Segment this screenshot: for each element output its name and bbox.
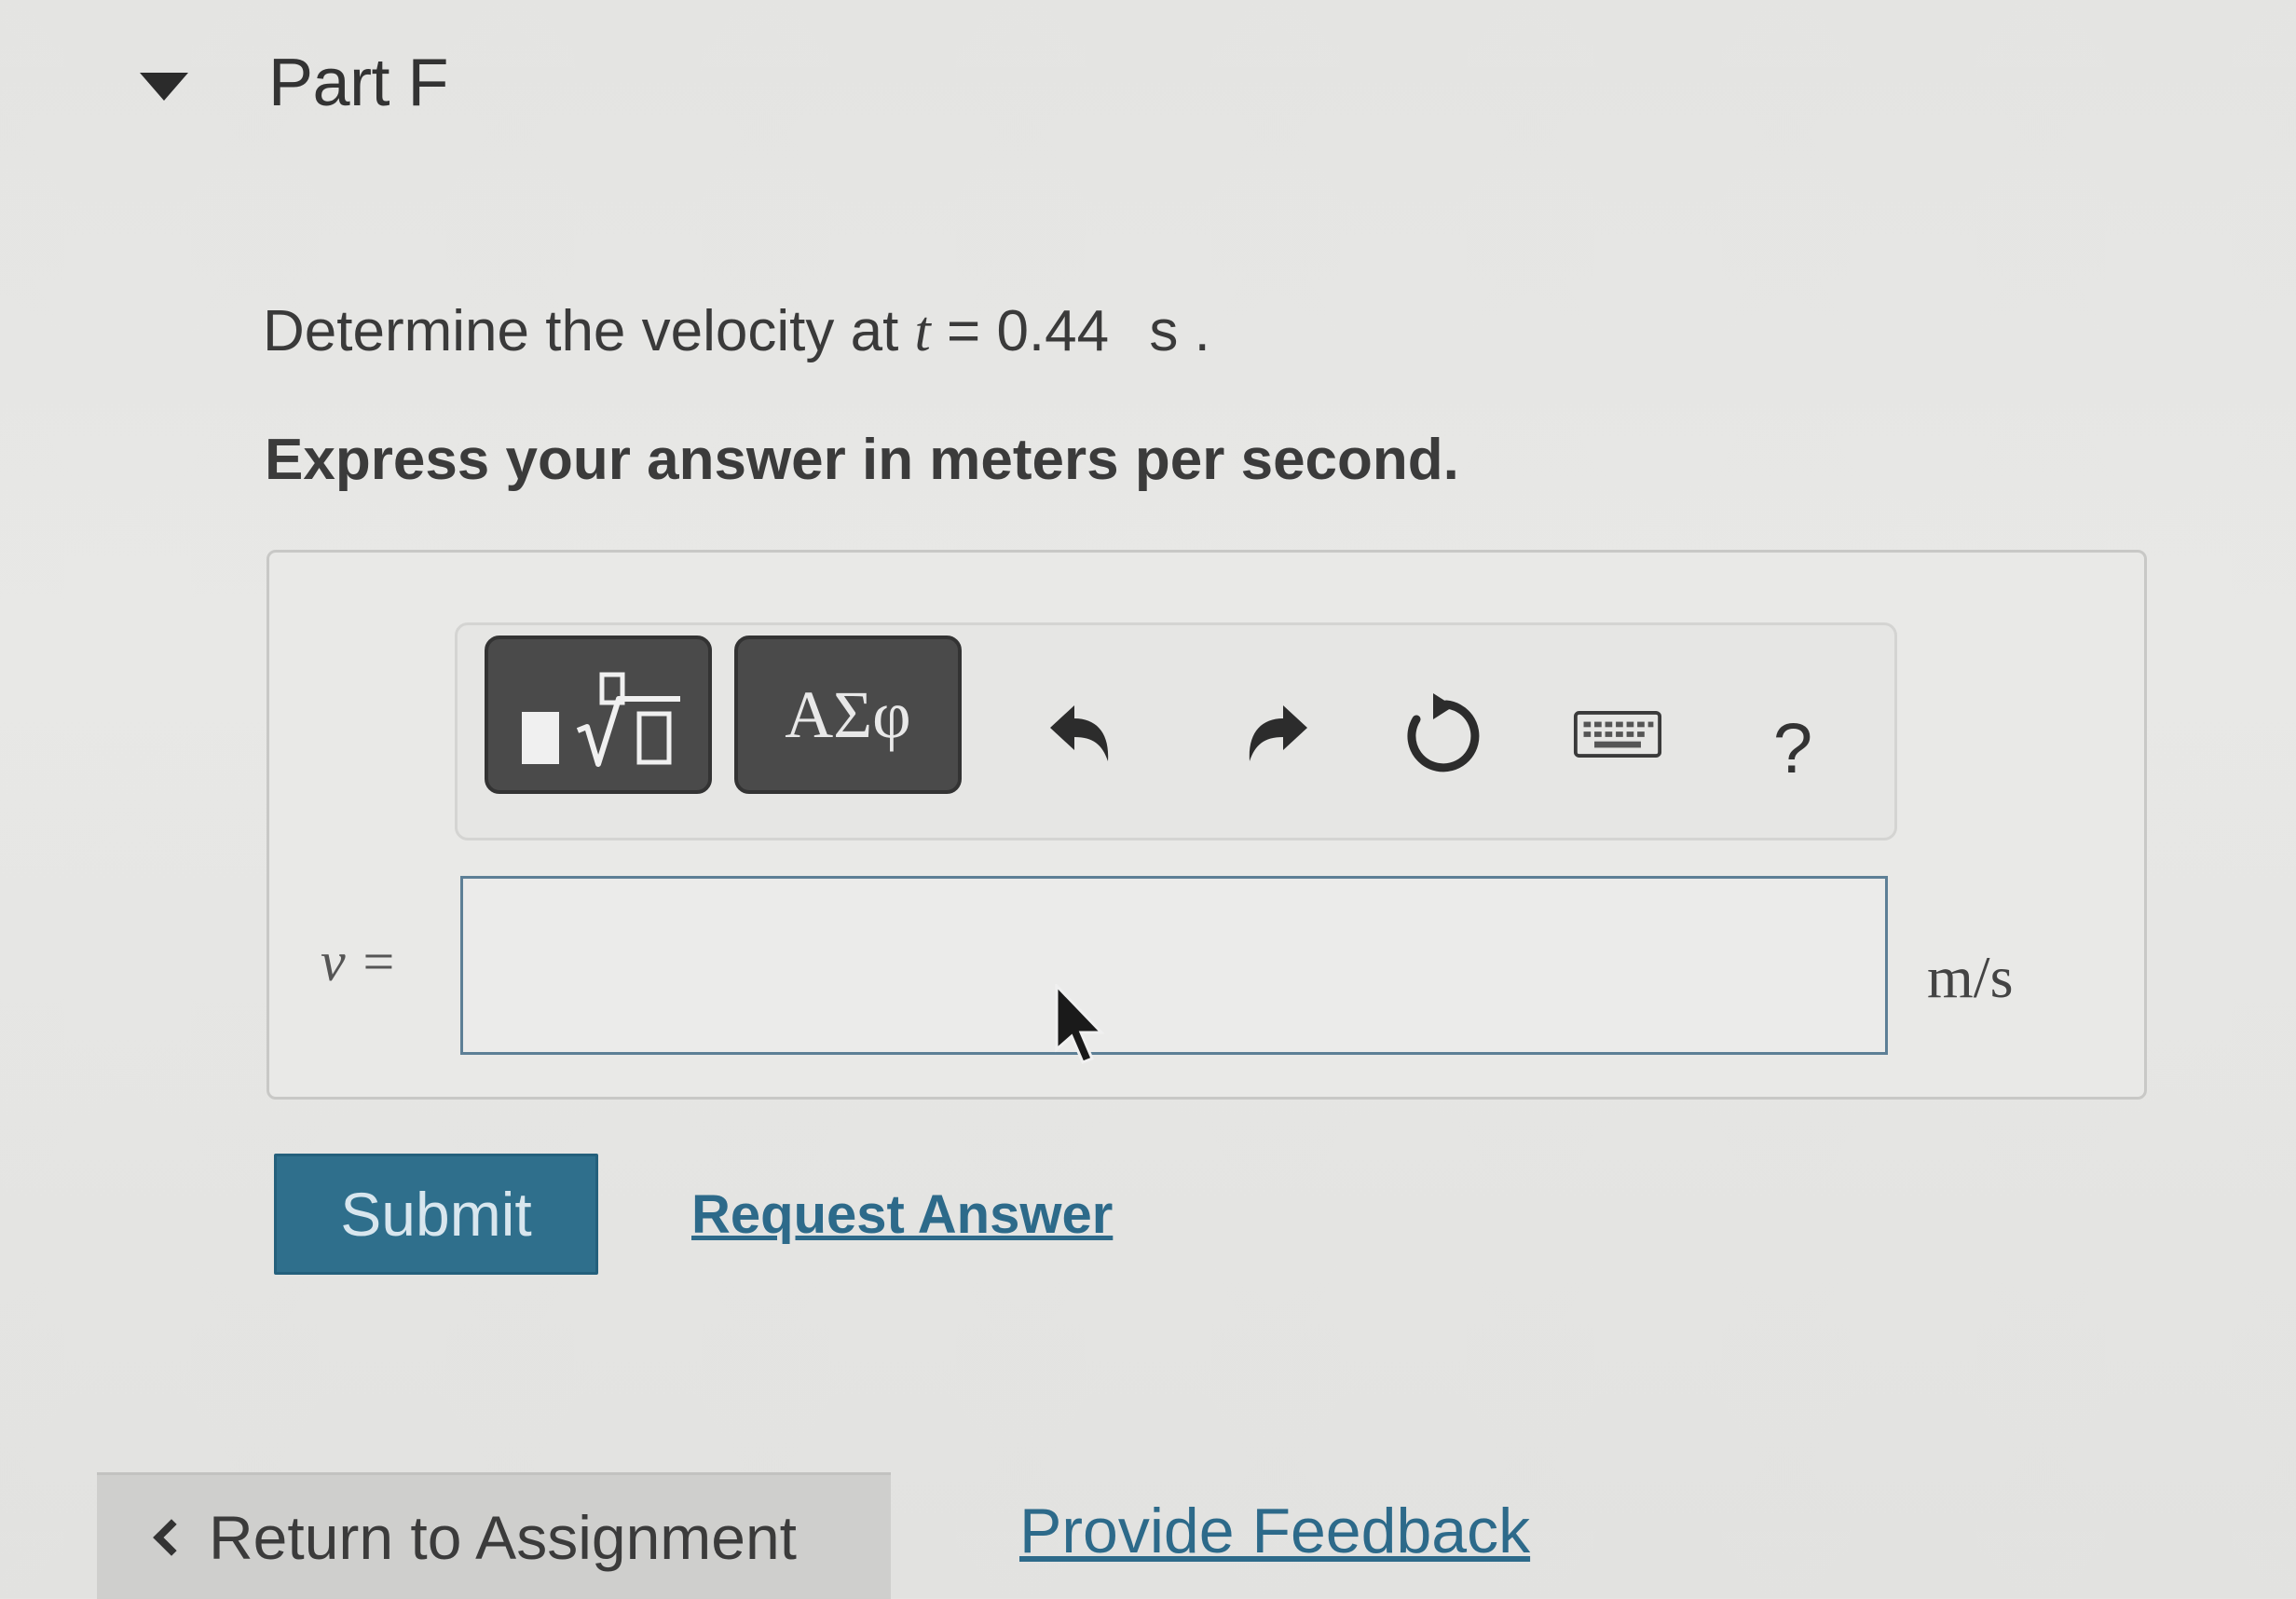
keyboard-icon[interactable]: [1573, 690, 1662, 779]
request-answer-link[interactable]: Request Answer: [691, 1183, 1113, 1246]
question-unit: s: [1149, 299, 1179, 363]
question-equals: = 0.44: [930, 299, 1110, 363]
symbols-button[interactable]: ΑΣφ: [734, 636, 962, 794]
answer-instruction: Express your answer in meters per second…: [265, 428, 1459, 492]
return-label: Return to Assignment: [209, 1502, 797, 1572]
question-suffix: .: [1194, 299, 1210, 363]
reset-icon[interactable]: [1396, 690, 1485, 779]
question-text: Determine the velocity at t = 0.44 s .: [263, 298, 1210, 365]
collapse-triangle-icon[interactable]: [140, 73, 188, 101]
answer-unit-label: m/s: [1927, 944, 2014, 1010]
submit-button[interactable]: Submit: [274, 1154, 598, 1275]
answer-input[interactable]: [460, 876, 1888, 1055]
answer-variable-label: v =: [321, 931, 398, 992]
redo-icon[interactable]: [1228, 690, 1318, 779]
help-button[interactable]: ?: [1765, 708, 1821, 789]
return-to-assignment-button[interactable]: Return to Assignment: [97, 1472, 891, 1599]
provide-feedback-link[interactable]: Provide Feedback: [1019, 1495, 1530, 1567]
mouse-cursor-icon: [1055, 984, 1105, 1064]
question-variable: t: [914, 300, 931, 363]
templates-button[interactable]: [485, 636, 712, 794]
part-title: Part F: [268, 46, 449, 120]
chevron-left-icon: [153, 1518, 190, 1556]
templates-sqrt-icon: [522, 672, 680, 767]
question-prefix: Determine the velocity at: [263, 299, 899, 363]
undo-icon[interactable]: [1040, 690, 1129, 779]
